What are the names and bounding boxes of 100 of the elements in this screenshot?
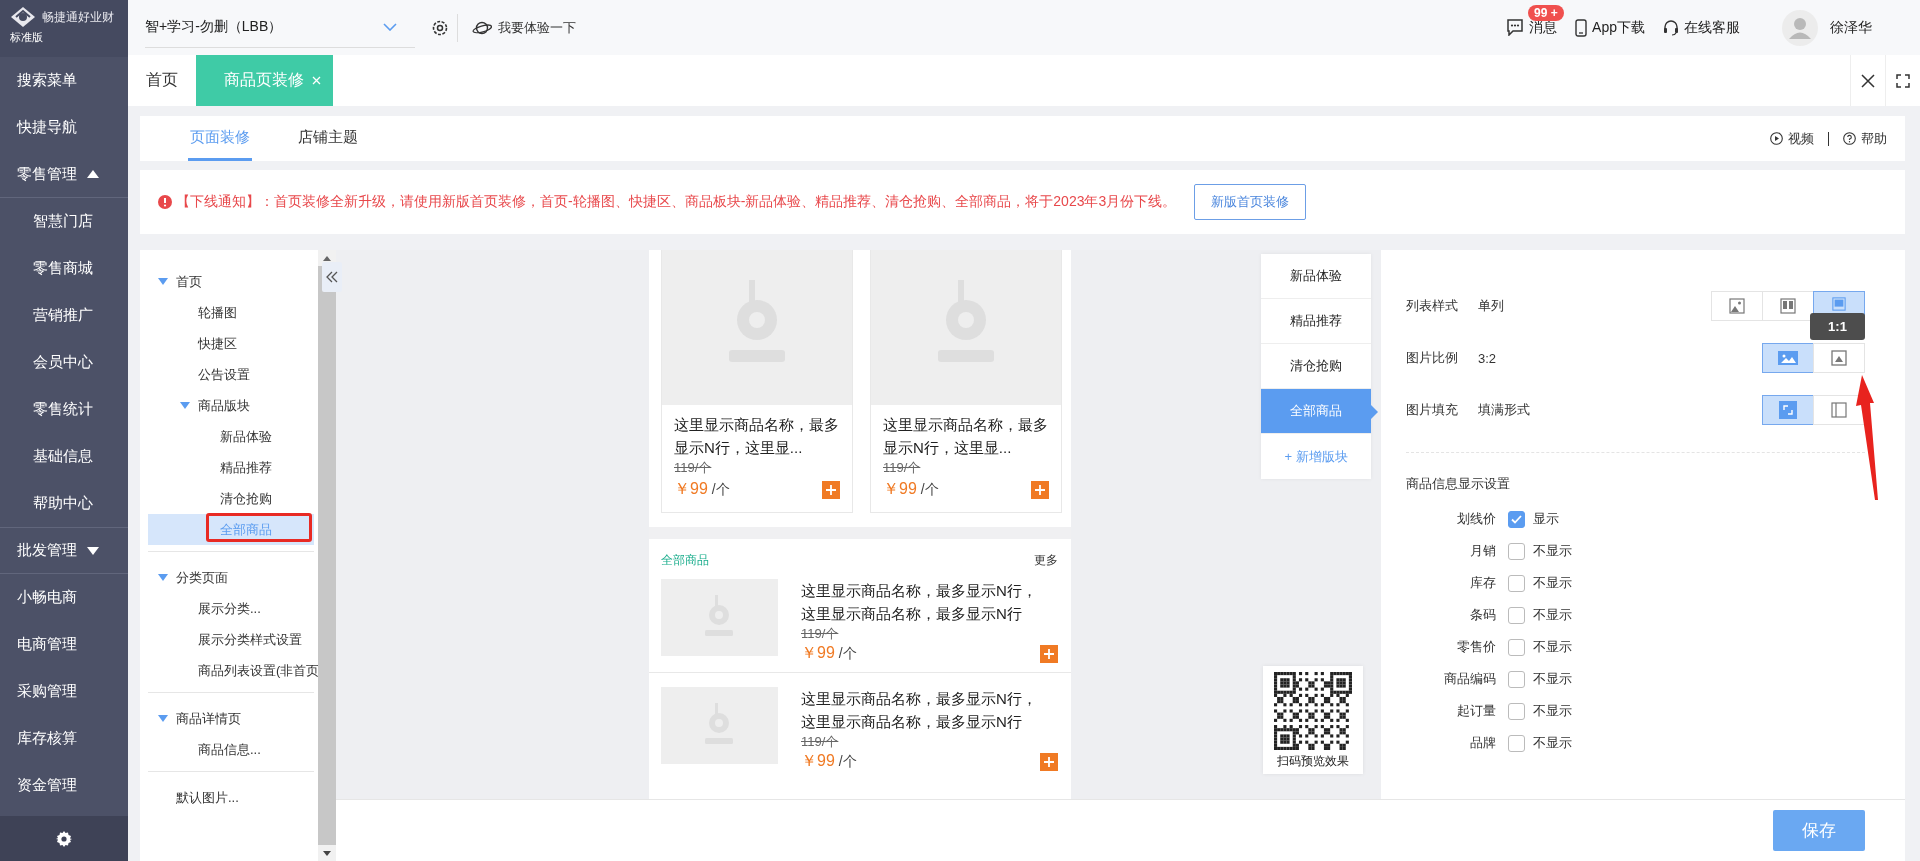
experience-link[interactable]: 我要体验一下: [472, 18, 576, 37]
field-label: 零售价: [1456, 638, 1497, 656]
ratio-tooltip: 1:1: [1810, 313, 1865, 340]
more-link[interactable]: 更多: [1034, 552, 1058, 569]
tree-label: 展示分类样式设置: [198, 630, 302, 649]
menu-item[interactable]: 库存核算: [0, 715, 128, 762]
checkbox-label: 不显示: [1533, 574, 1572, 592]
setting-value: 3:2: [1478, 350, 1497, 366]
field-label: 划线价: [1456, 510, 1497, 528]
menu-item[interactable]: 会员中心: [0, 339, 128, 386]
menu-item[interactable]: 智慧门店: [0, 198, 128, 245]
setting-label: 图片比例: [1406, 349, 1459, 367]
new-editor-button[interactable]: 新版首页装修: [1194, 184, 1307, 220]
checkbox-label: 显示: [1533, 510, 1559, 528]
section-title: 全部商品: [661, 552, 709, 569]
tree-label: 快捷区: [198, 334, 237, 353]
tree-label: 商品信息...: [198, 740, 261, 759]
field-label: 起订量: [1456, 702, 1497, 720]
menu-item[interactable]: 采购管理: [0, 668, 128, 715]
menu-item[interactable]: 电商管理: [0, 621, 128, 668]
menu-item[interactable]: 搜索菜单: [0, 57, 128, 104]
section-tab[interactable]: 新品体验: [1261, 254, 1371, 299]
tree-label: 分类页面: [176, 568, 228, 587]
field-label: 商品编码: [1443, 670, 1497, 688]
tree-item[interactable]: 公告设置: [148, 359, 314, 390]
app-download-link[interactable]: App下载: [1575, 18, 1645, 37]
brand-name: 畅捷通好业财: [42, 8, 114, 26]
video-link[interactable]: 视频: [1770, 129, 1814, 148]
menu-label: 零售管理: [17, 164, 77, 184]
product-name: 这里显示商品名称，最多显示N行，这里显示商品名称，最多显示N行: [801, 689, 1038, 732]
field-label: 条码: [1469, 606, 1497, 624]
tree-item[interactable]: 精品推荐: [148, 452, 314, 483]
price: ￥99: [801, 643, 835, 663]
tree-label: 展示分类...: [198, 599, 261, 618]
tree-label: 首页: [176, 272, 202, 291]
tree-item[interactable]: 商品详情页: [148, 703, 314, 734]
support-link[interactable]: 在线客服: [1663, 18, 1740, 37]
checkbox-label: 不显示: [1533, 670, 1572, 688]
tree-label: 轮播图: [198, 303, 237, 322]
tree-item[interactable]: 商品信息...: [148, 734, 314, 765]
tree-label: 公告设置: [198, 365, 250, 384]
checkbox-label: 不显示: [1533, 542, 1572, 560]
checkbox-label: 不显示: [1533, 638, 1572, 656]
tree-item[interactable]: 首页: [148, 266, 314, 297]
notice-text: 【下线通知】：首页装修全新升级，请使用新版首页装修，首页-轮播图、快捷区、商品板块-新品体验、精品推荐、清仓抢购、全部商品，将于2023年3月份下线。: [176, 193, 1177, 211]
field-label: 库存: [1469, 574, 1497, 592]
menu-item[interactable]: 小畅电商: [0, 574, 128, 621]
section-tab[interactable]: 精品推荐: [1261, 299, 1371, 344]
price: ￥99: [883, 479, 917, 499]
tree-item[interactable]: 清仓抢购: [148, 483, 314, 514]
checkbox-label: 不显示: [1533, 702, 1572, 720]
original-price: 119/个: [883, 460, 921, 475]
unit-label: /个: [838, 752, 857, 771]
original-price: 119/个: [801, 625, 840, 643]
product-name: 这里显示商品名称，最多显示N行，这里显...: [673, 415, 840, 458]
account-select[interactable]: 智+学习-勿删（LBB）: [145, 7, 415, 48]
tree-label: 全部商品: [220, 520, 272, 539]
price: ￥99: [801, 751, 835, 771]
checkbox-label: 不显示: [1533, 734, 1572, 752]
menu-item[interactable]: 快捷导航: [0, 104, 128, 151]
count-badge: 99 +: [1528, 4, 1564, 21]
tree-item[interactable]: 快捷区: [148, 328, 314, 359]
unit-label: /个: [920, 480, 939, 499]
messages-link[interactable]: 消息: [1506, 18, 1558, 37]
page-tab[interactable]: 首页: [128, 55, 196, 106]
tree-label: 商品版块: [198, 396, 250, 415]
price: ￥99: [674, 479, 708, 499]
setting-value: 单列: [1478, 297, 1504, 315]
tree-item[interactable]: 展示分类...: [148, 593, 314, 624]
setting-label: 图片填充: [1406, 401, 1459, 419]
tree-item[interactable]: 分类页面: [148, 562, 314, 593]
tree-item[interactable]: 新品体验: [148, 421, 314, 452]
tree-item[interactable]: 展示分类样式设置: [148, 624, 314, 655]
menu-label: 批发管理: [17, 541, 77, 560]
product-name: 这里显示商品名称，最多显示N行，这里显...: [882, 415, 1049, 458]
tree-label: 精品推荐: [220, 458, 272, 477]
menu-item[interactable]: 零售商城: [0, 245, 128, 292]
tree-item[interactable]: 轮播图: [148, 297, 314, 328]
qr-caption: 扫码预览效果: [1277, 753, 1349, 770]
unit-label: /个: [838, 644, 857, 663]
setting-value: 填满形式: [1478, 401, 1530, 419]
page-tab[interactable]: 店铺主题: [296, 116, 360, 161]
checkbox-label: 不显示: [1533, 606, 1572, 624]
edition-label: 标准版: [10, 30, 44, 45]
field-label: 月销: [1469, 542, 1497, 560]
tree-item[interactable]: 默认图片...: [148, 782, 314, 813]
menu-item[interactable]: 帮助中心: [0, 480, 128, 527]
tree-item[interactable]: 商品版块: [148, 390, 314, 421]
section-tab[interactable]: 清仓抢购: [1261, 344, 1371, 389]
section-title: 商品信息显示设置: [1406, 475, 1511, 493]
tree-label: 商品列表设置(非首页: [198, 661, 318, 680]
menu-item[interactable]: 营销推广: [0, 292, 128, 339]
help-link[interactable]: 帮助: [1843, 129, 1887, 148]
tree-label: 默认图片...: [176, 788, 239, 807]
menu-item[interactable]: 基础信息: [0, 433, 128, 480]
unit-label: /个: [711, 480, 730, 499]
user-name[interactable]: 徐泽华: [1830, 18, 1872, 37]
menu-item[interactable]: 零售统计: [0, 386, 128, 433]
menu-item[interactable]: 资金管理: [0, 762, 128, 809]
setting-label: 列表样式: [1406, 297, 1459, 315]
